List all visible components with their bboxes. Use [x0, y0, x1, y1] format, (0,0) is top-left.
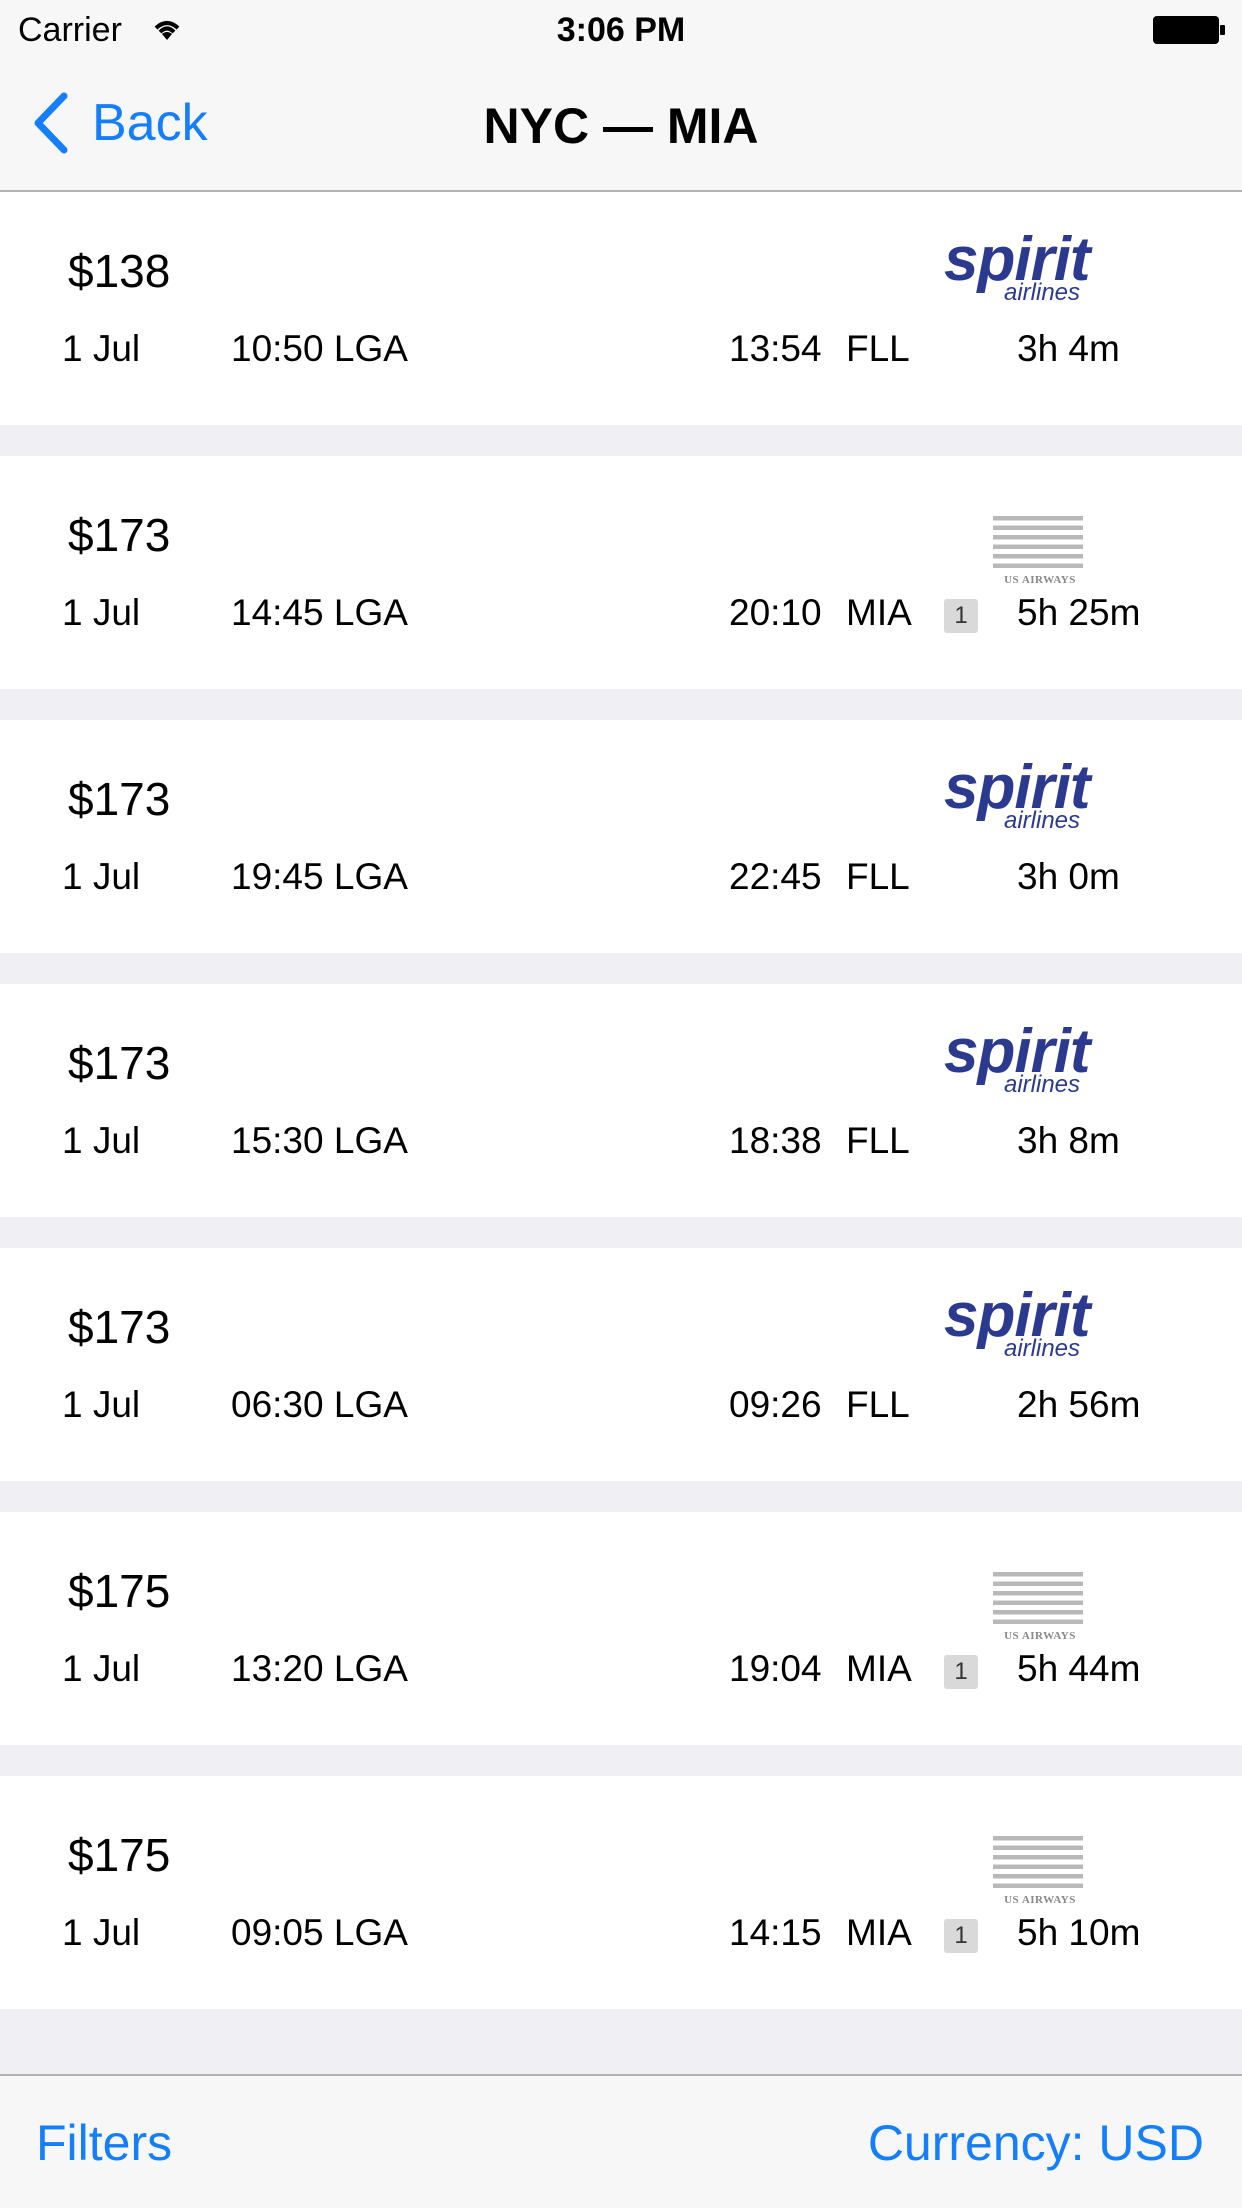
flight-date: 1 Jul	[62, 1912, 141, 1953]
us-airways-logo-word: US AIRWAYS	[1004, 1630, 1076, 1642]
us-airways-logo: US AIRWAYS	[938, 494, 1138, 586]
flight-card[interactable]: $138 1 Jul 10:50 LGA 13:54 FLL 3h 4m spirit air…	[0, 192, 1242, 425]
flight-date: 1 Jul	[62, 1120, 141, 1161]
navigation-bar: Back NYC — MIA	[0, 60, 1242, 192]
flight-date: 1 Jul	[62, 328, 141, 369]
us-airways-logo-word: US AIRWAYS	[1004, 1894, 1076, 1906]
spirit-logo-sub: airlines	[1004, 1071, 1081, 1098]
flight-duration: 3h 4m	[1017, 328, 1120, 369]
flight-card[interactable]: $173 1 Jul 14:45 LGA 20:10 MIA 5h 25m 1 US AIRW…	[0, 456, 1242, 689]
currency-button[interactable]: Currency: USD	[868, 2114, 1204, 2172]
us-airways-logo: US AIRWAYS	[938, 1550, 1138, 1642]
stops-badge: 1	[944, 1655, 978, 1689]
flight-card[interactable]: $173 1 Jul 06:30 LGA 09:26 FLL 2h 56m spirit ai…	[0, 1248, 1242, 1481]
page-title: NYC — MIA	[483, 98, 759, 154]
spirit-logo-sub: airlines	[1004, 279, 1081, 306]
flight-duration: 3h 0m	[1017, 856, 1120, 897]
departure-time-airport: 14:45 LGA	[231, 592, 408, 633]
status-time: 3:06 PM	[556, 11, 686, 49]
flag-stripes-icon	[993, 1572, 1083, 1624]
arrival-time: 09:26	[729, 1384, 822, 1425]
arrival-time: 19:04	[729, 1648, 822, 1689]
us-airways-logo: US AIRWAYS	[938, 1814, 1138, 1906]
departure-time-airport: 09:05 LGA	[231, 1912, 408, 1953]
flight-date: 1 Jul	[62, 1384, 141, 1425]
flight-price: $175	[68, 1829, 171, 1881]
spirit-logo-sub: airlines	[1004, 807, 1081, 834]
flight-date: 1 Jul	[62, 856, 141, 897]
flight-card[interactable]: $173 1 Jul 15:30 LGA 18:38 FLL 3h 8m spirit air…	[0, 984, 1242, 1217]
arrival-airport: FLL	[846, 1384, 910, 1425]
battery-icon	[1153, 16, 1225, 44]
departure-time-airport: 06:30 LGA	[231, 1384, 408, 1425]
flag-stripes-icon	[993, 1836, 1083, 1888]
arrival-time: 14:15	[729, 1912, 822, 1953]
departure-time-airport: 13:20 LGA	[231, 1648, 408, 1689]
flag-stripes-icon	[993, 516, 1083, 568]
flight-date: 1 Jul	[62, 1648, 141, 1689]
stops-badge: 1	[944, 599, 978, 633]
flight-card[interactable]: $173 1 Jul 19:45 LGA 22:45 FLL 3h 0m spirit air…	[0, 720, 1242, 953]
filters-button[interactable]: Filters	[36, 2114, 172, 2172]
flight-price: $138	[68, 245, 171, 297]
flight-price: $173	[68, 509, 171, 561]
flight-price: $175	[68, 1565, 171, 1617]
flight-duration: 2h 56m	[1017, 1384, 1141, 1425]
flight-duration: 5h 10m	[1017, 1912, 1141, 1953]
arrival-airport: FLL	[846, 856, 910, 897]
arrival-airport: MIA	[846, 1648, 912, 1689]
arrival-airport: MIA	[846, 1912, 912, 1953]
spirit-logo-sub: airlines	[1004, 1335, 1081, 1362]
flight-duration: 5h 25m	[1017, 592, 1141, 633]
arrival-time: 18:38	[729, 1120, 822, 1161]
flight-card[interactable]: $175 1 Jul 09:05 LGA 14:15 MIA 5h 10m 1 US AIRW…	[0, 1776, 1242, 2009]
arrival-time: 22:45	[729, 856, 822, 897]
flight-duration: 3h 8m	[1017, 1120, 1120, 1161]
spirit-airlines-logo: spirit airlines	[938, 757, 1138, 838]
stops-badge: 1	[944, 1919, 978, 1953]
arrival-airport: FLL	[846, 328, 910, 369]
arrival-airport: FLL	[846, 1120, 910, 1161]
flight-duration: 5h 44m	[1017, 1648, 1141, 1689]
departure-time-airport: 19:45 LGA	[231, 856, 408, 897]
flight-list[interactable]: $138 1 Jul 10:50 LGA 13:54 FLL 3h 4m spirit air…	[0, 192, 1242, 2074]
flight-price: $173	[68, 773, 171, 825]
spirit-airlines-logo: spirit airlines	[938, 229, 1138, 310]
departure-time-airport: 10:50 LGA	[231, 328, 408, 369]
status-bar: Carrier 3:06 PM	[0, 0, 1242, 60]
arrival-airport: MIA	[846, 592, 912, 633]
flight-price: $173	[68, 1301, 171, 1353]
flight-date: 1 Jul	[62, 592, 141, 633]
flight-card[interactable]: $175 1 Jul 13:20 LGA 19:04 MIA 5h 44m 1 US AIRW…	[0, 1512, 1242, 1745]
us-airways-logo-word: US AIRWAYS	[1004, 574, 1076, 586]
arrival-time: 20:10	[729, 592, 822, 633]
departure-time-airport: 15:30 LGA	[231, 1120, 408, 1161]
spirit-airlines-logo: spirit airlines	[938, 1021, 1138, 1102]
arrival-time: 13:54	[729, 328, 822, 369]
spirit-airlines-logo: spirit airlines	[938, 1285, 1138, 1366]
flight-price: $173	[68, 1037, 171, 1089]
bottom-toolbar: Filters Currency: USD	[0, 2074, 1242, 2208]
